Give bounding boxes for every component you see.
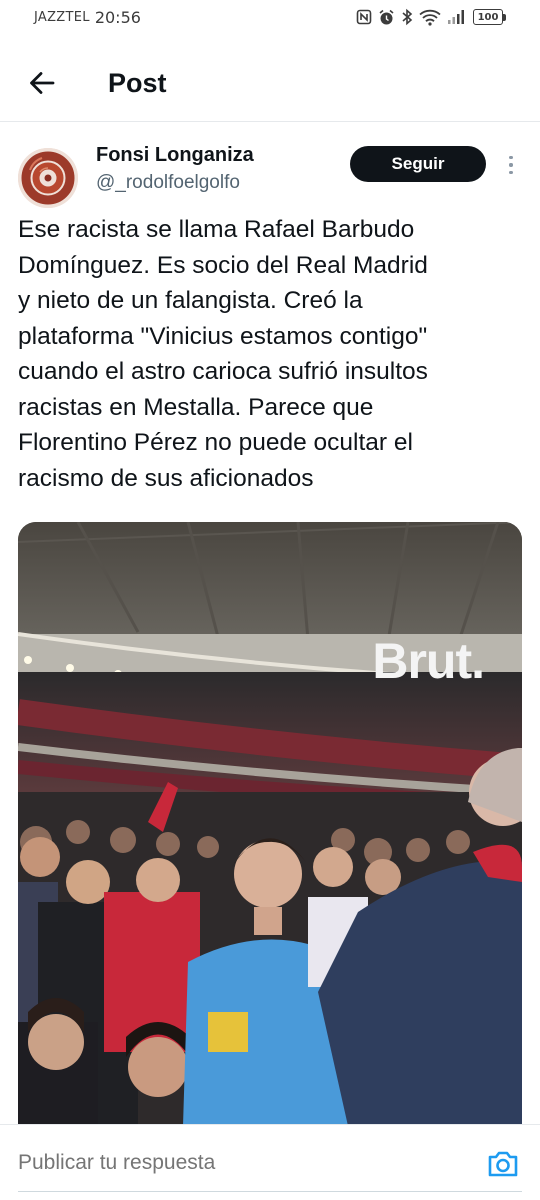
status-bar: JAZZTEL 20:56 100 [0,0,540,34]
author-name[interactable]: Fonsi Longaniza [96,144,254,167]
avatar[interactable] [18,148,78,208]
battery-icon: 100 [473,9,506,25]
page-title: Post [108,67,167,98]
alarm-icon [379,9,394,24]
status-icons: 100 [356,8,506,26]
post-text: Ese racista se llama Rafael Barbudo Domí… [18,216,428,492]
header-divider [0,121,540,122]
reply-input[interactable] [18,1151,438,1175]
signal-icon [448,10,464,24]
arrow-left-icon [30,72,55,94]
reply-underline [18,1191,522,1192]
author-handle[interactable]: @_rodolfoelgolfo [96,172,240,194]
nfc-icon [356,9,372,25]
brut-watermark: Brut. [372,633,485,689]
stadium-video-frame [18,522,522,1126]
camera-icon[interactable] [486,1149,520,1179]
post-author-row: Fonsi Longaniza @_rodolfoelgolfo Seguir [18,140,522,208]
sausage-avatar-image [18,148,78,208]
top-app-bar: Post [0,48,540,118]
follow-button[interactable]: Seguir [350,146,486,182]
reply-bar [0,1124,540,1200]
more-vertical-icon[interactable] [500,150,522,180]
wifi-icon [419,9,441,26]
carrier-name: JAZZTEL [34,9,90,25]
status-time: 20:56 [94,7,141,27]
battery-level: 100 [473,9,503,25]
bluetooth-icon [402,8,413,26]
post-video[interactable]: Brut. [18,522,522,1126]
back-button[interactable] [20,61,64,105]
